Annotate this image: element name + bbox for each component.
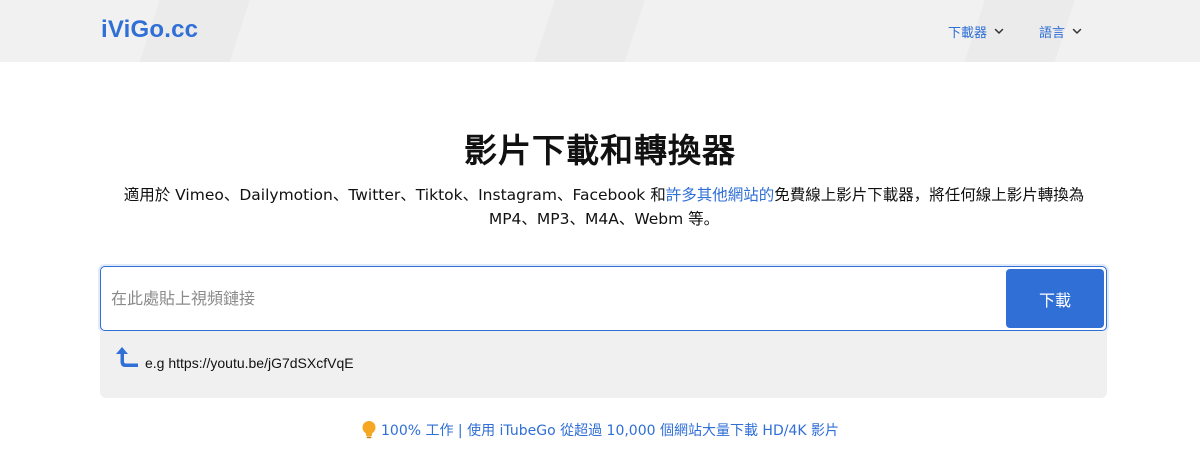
download-button[interactable]: 下載 (1006, 269, 1104, 328)
nav-language-menu[interactable]: 語言 (1039, 21, 1083, 41)
page-description: 適用於 Vimeo、Dailymotion、Twitter、Tiktok、Ins… (100, 183, 1108, 231)
example-url-text: e.g https://youtu.be/jG7dSXcfVqE (145, 355, 354, 371)
example-hint: e.g https://youtu.be/jG7dSXcfVqE (100, 331, 1107, 398)
description-text: 適用於 Vimeo、Dailymotion、Twitter、Tiktok、Ins… (123, 186, 666, 204)
page-title: 影片下載和轉換器 (464, 131, 736, 170)
promo-text: 100% 工作 | 使用 iTubeGo 從超過 10,000 個網站大量下載 … (381, 423, 839, 439)
video-url-input[interactable] (111, 275, 991, 321)
return-arrow-icon (116, 347, 138, 367)
other-sites-link[interactable]: 許多其他網站的 (666, 186, 775, 204)
site-logo[interactable]: iViGo.cc (101, 16, 198, 44)
nav-downloader-menu[interactable]: 下載器 (948, 21, 1005, 41)
url-input-box: 下載 (100, 266, 1107, 331)
chevron-down-icon (1072, 28, 1082, 34)
nav-language-label: 語言 (1039, 25, 1066, 41)
nav-downloader-label: 下載器 (948, 25, 988, 41)
lightbulb-icon (362, 421, 376, 439)
chevron-down-icon (994, 28, 1004, 34)
promo-banner[interactable]: 100% 工作 | 使用 iTubeGo 從超過 10,000 個網站大量下載 … (0, 420, 1200, 440)
site-header: iViGo.cc 下載器 語言 (0, 0, 1200, 62)
header-decoration (532, 0, 648, 62)
